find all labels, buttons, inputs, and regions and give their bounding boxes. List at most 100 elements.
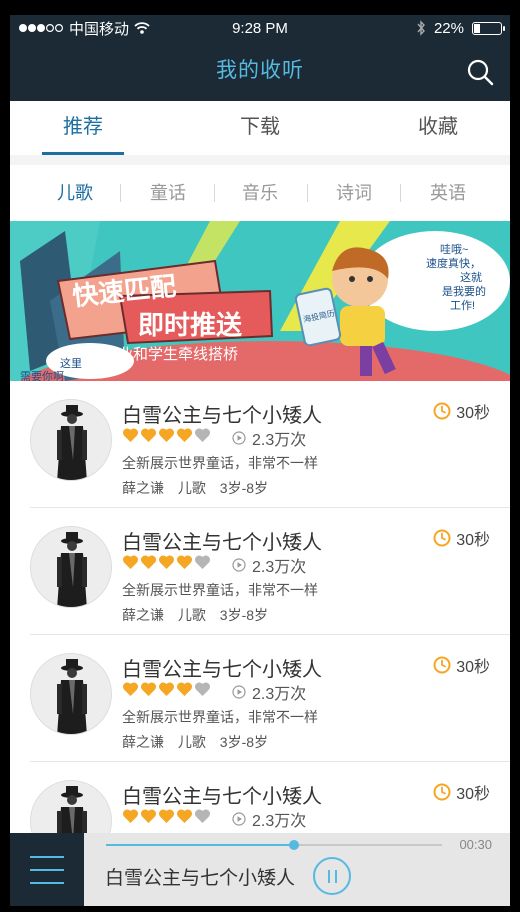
status-right: 22%	[416, 19, 505, 37]
item-meta: 薛之谦 儿歌 3岁-8岁	[122, 478, 278, 498]
heart-filled-icon	[140, 428, 157, 442]
banner-headline-2: 即时推送	[138, 310, 243, 340]
play-count: 2.3万次	[232, 426, 306, 450]
rating-hearts	[122, 427, 211, 443]
item-title: 白雪公主与七个小矮人	[122, 659, 322, 681]
item-category: 儿歌	[177, 607, 206, 623]
avatar	[30, 780, 112, 833]
tab-favorites[interactable]: 收藏	[388, 101, 488, 155]
player-time: 00:30	[459, 837, 492, 852]
play-count-value: 2.3万次	[252, 686, 307, 703]
play-circle-icon	[232, 558, 246, 572]
heart-filled-icon	[140, 682, 157, 696]
avatar	[30, 526, 112, 608]
heart-filled-icon	[122, 428, 139, 442]
item-duration-value: 30秒	[456, 405, 490, 422]
heart-filled-icon	[122, 809, 139, 823]
search-icon[interactable]	[466, 58, 494, 86]
heart-filled-icon	[140, 809, 157, 823]
tab-download[interactable]: 下载	[210, 101, 310, 155]
list-item[interactable]: 白雪公主与七个小矮人 2.3万次 全新展示世界童话，非常不一样 薛之谦 儿歌 3…	[10, 508, 510, 635]
promo-banner[interactable]: 快速匹配 即时推送 为企业和学生牵线搭桥 这里 需要你啊 哇哦~ 速度真快， 这…	[10, 221, 510, 381]
play-circle-icon	[232, 685, 246, 699]
item-author: 薛之谦	[122, 734, 164, 750]
item-duration: 30秒	[433, 399, 490, 423]
list-item[interactable]: 白雪公主与七个小矮人 2.3万次 全新展示世界童话，非常不一样 薛之谦 儿歌 3…	[10, 381, 510, 508]
main-tabs: 推荐 下载 收藏	[10, 101, 510, 155]
item-title: 白雪公主与七个小矮人	[122, 405, 322, 427]
item-duration: 30秒	[433, 780, 490, 804]
category-songs[interactable]: 儿歌	[25, 165, 125, 221]
heart-empty-icon	[194, 428, 211, 442]
progress-bar[interactable]	[106, 840, 442, 850]
audio-list: 白雪公主与七个小矮人 2.3万次 全新展示世界童话，非常不一样 薛之谦 儿歌 3…	[10, 381, 510, 833]
item-description: 全新展示世界童话，非常不一样	[122, 582, 318, 598]
status-bar: 中国移动 9:28 PM 22%	[10, 15, 510, 41]
avatar	[30, 399, 112, 481]
item-description: 全新展示世界童话，非常不一样	[122, 709, 318, 725]
battery-percent: 22%	[433, 19, 464, 37]
pause-button[interactable]	[313, 857, 351, 895]
clock-icon	[433, 402, 451, 420]
item-description: 全新展示世界童话，非常不一样	[122, 455, 318, 471]
rating-hearts	[122, 681, 211, 697]
wifi-icon	[134, 22, 150, 34]
avatar	[30, 653, 112, 735]
battery-level	[474, 23, 480, 33]
player-track-title: 白雪公主与七个小矮人	[105, 868, 296, 889]
item-age: 3岁-8岁	[219, 734, 269, 750]
item-title: 白雪公主与七个小矮人	[122, 532, 322, 554]
heart-empty-icon	[194, 555, 211, 569]
person-figure-image	[31, 400, 111, 480]
category-poetry[interactable]: 诗词	[304, 165, 404, 221]
category-fairy-tales[interactable]: 童话	[118, 165, 218, 221]
play-count: 2.3万次	[232, 807, 306, 831]
item-category: 儿歌	[177, 734, 206, 750]
menu-icon	[30, 869, 64, 871]
item-author: 薛之谦	[122, 607, 164, 623]
signal-icon	[19, 23, 63, 33]
menu-icon	[30, 856, 64, 858]
battery-icon	[472, 21, 505, 35]
heart-filled-icon	[176, 555, 193, 569]
tab-indicator	[42, 152, 124, 155]
banner-tagline: 为企业和学生牵线搭桥	[88, 346, 239, 363]
heart-filled-icon	[176, 809, 193, 823]
mini-player: 00:30 白雪公主与七个小矮人	[10, 833, 510, 906]
item-duration: 30秒	[433, 653, 490, 677]
list-item[interactable]: 白雪公主与七个小矮人 2.3万次 全新展示世界童话，非常不一样 薛之谦 儿歌 3…	[10, 762, 510, 833]
category-english[interactable]: 英语	[398, 165, 498, 221]
heart-filled-icon	[122, 682, 139, 696]
bluetooth-icon	[417, 20, 425, 36]
nav-bar: 我的收听	[10, 41, 510, 101]
clock-icon	[433, 529, 451, 547]
heart-empty-icon	[194, 682, 211, 696]
item-meta: 薛之谦 儿歌 3岁-8岁	[122, 605, 278, 625]
clock-icon	[433, 783, 451, 801]
menu-icon	[30, 882, 64, 884]
rating-hearts	[122, 554, 211, 570]
item-duration-value: 30秒	[456, 786, 490, 803]
status-left: 中国移动	[18, 18, 150, 39]
item-author: 薛之谦	[122, 480, 164, 496]
banner-bubble-right-5: 工作!	[450, 300, 476, 312]
clock-icon	[433, 656, 451, 674]
item-duration: 30秒	[433, 526, 490, 550]
progress-fill	[106, 844, 294, 846]
category-bar: 儿歌 童话 音乐 诗词 英语	[10, 165, 510, 221]
item-duration-value: 30秒	[456, 659, 490, 676]
play-count: 2.3万次	[232, 553, 306, 577]
list-item[interactable]: 白雪公主与七个小矮人 2.3万次 全新展示世界童话，非常不一样 薛之谦 儿歌 3…	[10, 635, 510, 762]
item-category: 儿歌	[177, 480, 206, 496]
carrier-label: 中国移动	[69, 20, 130, 38]
category-music[interactable]: 音乐	[210, 165, 310, 221]
person-figure-image	[31, 781, 111, 833]
heart-filled-icon	[176, 428, 193, 442]
heart-filled-icon	[176, 682, 193, 696]
play-count-value: 2.3万次	[252, 559, 307, 576]
tab-recommend[interactable]: 推荐	[34, 101, 132, 155]
menu-button[interactable]	[10, 833, 84, 906]
banner-bubble-left-2: 需要你啊	[20, 371, 64, 381]
progress-thumb[interactable]	[289, 840, 299, 850]
play-circle-icon	[232, 812, 246, 826]
